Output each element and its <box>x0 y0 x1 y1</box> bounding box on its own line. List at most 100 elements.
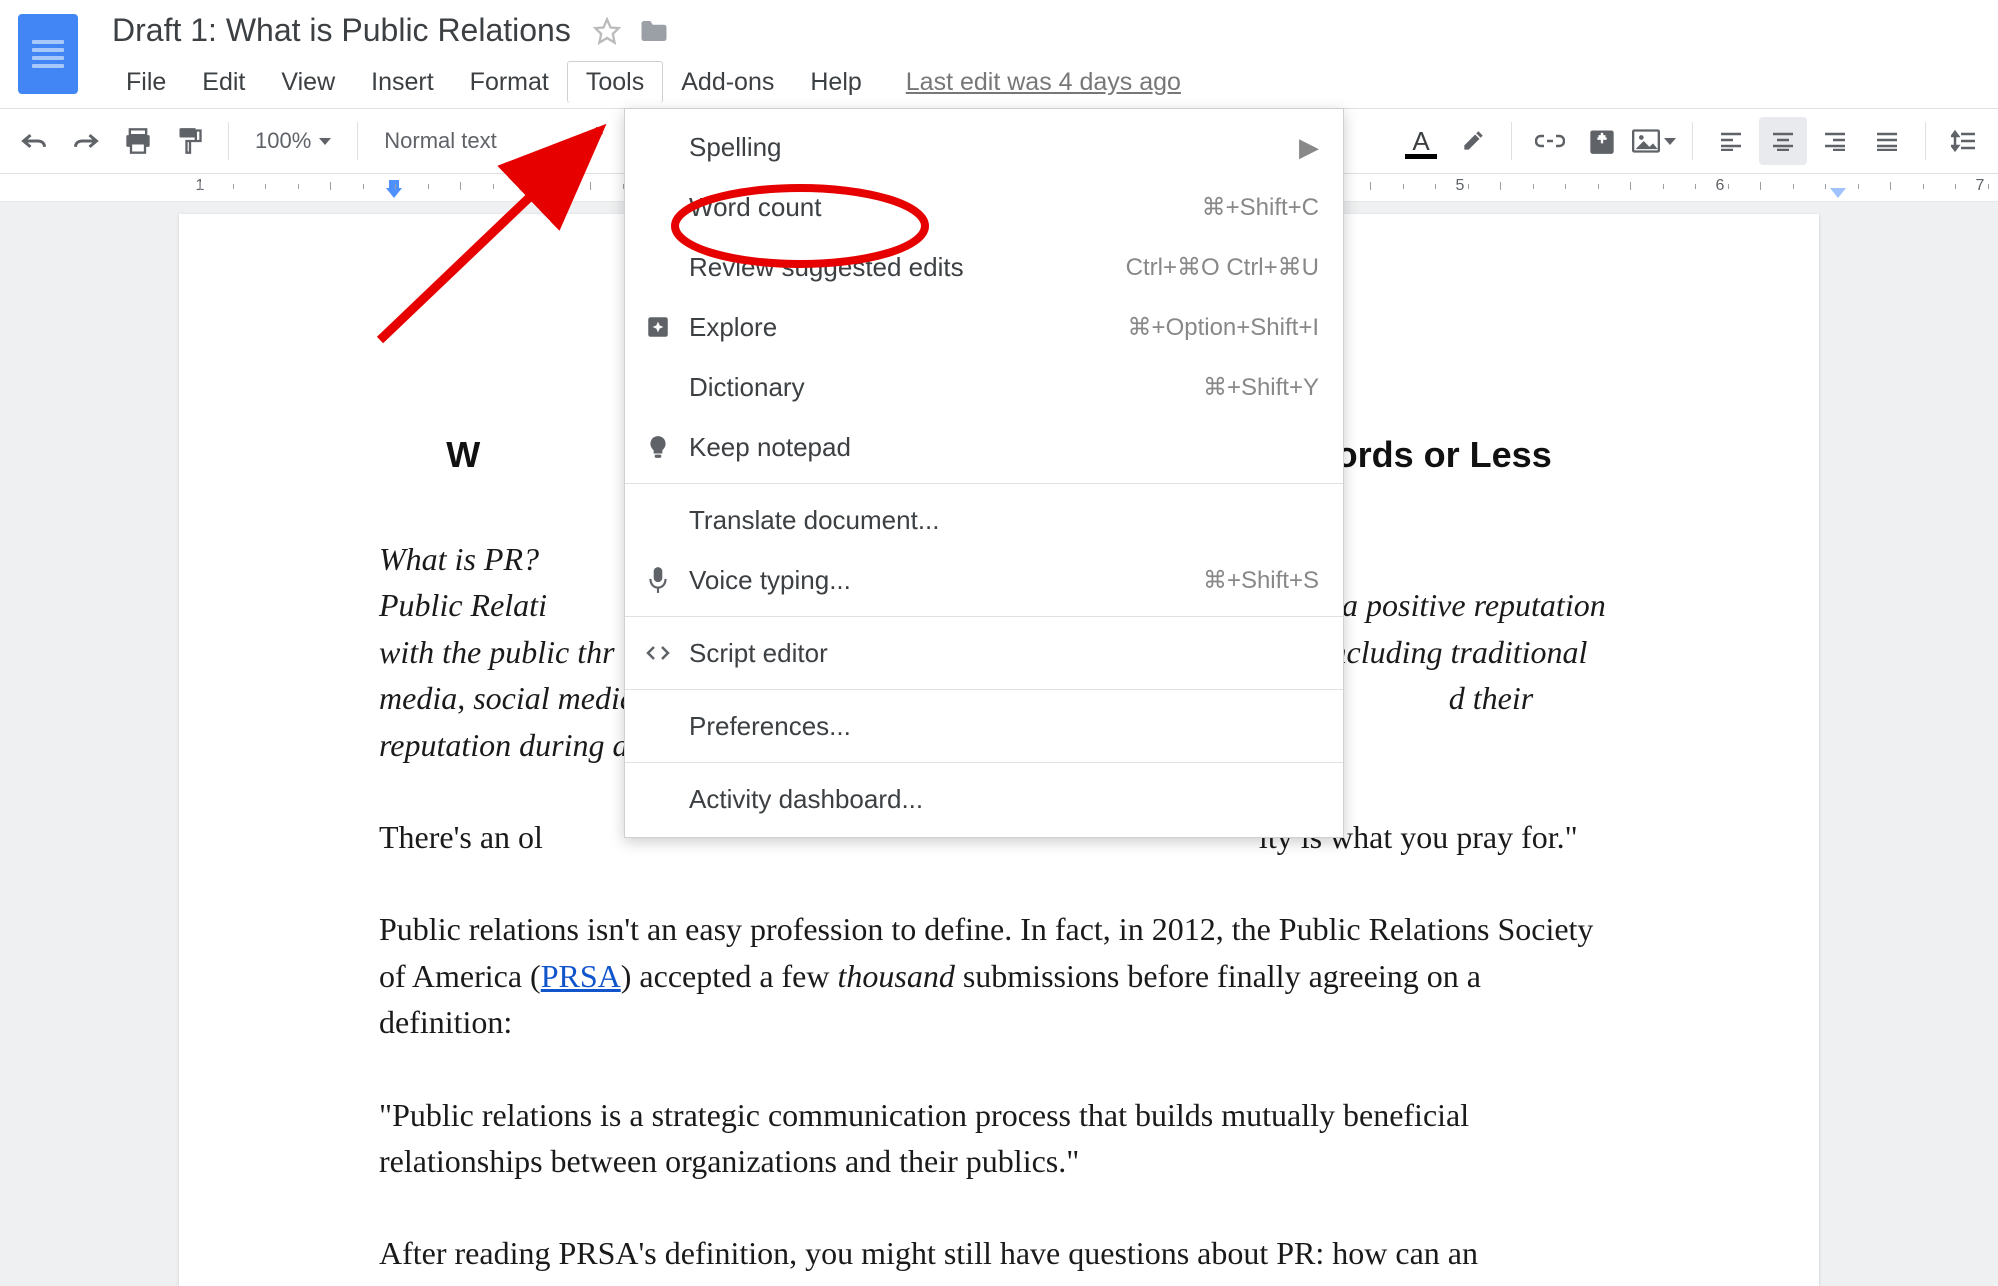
document-title[interactable]: Draft 1: What is Public Relations <box>108 10 575 51</box>
menu-file[interactable]: File <box>108 62 184 103</box>
folder-icon[interactable] <box>639 18 669 44</box>
text-color-letter: A <box>1412 126 1429 157</box>
menu-item-word-count[interactable]: Word count ⌘+Shift+C <box>625 177 1343 237</box>
para1-fragment: What is PR? <box>379 541 539 577</box>
menu-item-label: Word count <box>689 192 1202 223</box>
menu-item-shortcut: ⌘+Option+Shift+I <box>1128 313 1319 342</box>
submenu-arrow-icon: ▶ <box>1299 132 1319 163</box>
menu-separator <box>625 483 1343 484</box>
ruler-tick-label: 7 <box>1976 177 1985 195</box>
menu-item-label: Translate document... <box>689 505 1319 536</box>
ruler-tick <box>1598 184 1599 189</box>
ruler-tick <box>200 182 201 190</box>
toolbar-separator <box>1511 122 1512 160</box>
para5: After reading PRSA's definition, you mig… <box>379 1230 1619 1286</box>
ruler-tick <box>1500 182 1501 190</box>
menu-item-shortcut: ⌘+Shift+S <box>1203 566 1319 595</box>
menu-separator <box>625 689 1343 690</box>
docs-logo-icon[interactable] <box>18 14 78 94</box>
ruler-tick-label: 5 <box>1456 177 1465 195</box>
zoom-value: 100% <box>255 128 311 154</box>
redo-button[interactable] <box>62 117 110 165</box>
align-right-button[interactable] <box>1811 117 1859 165</box>
ruler-tick <box>460 182 461 190</box>
ruler-tick <box>1793 184 1794 189</box>
header: Draft 1: What is Public Relations File E… <box>0 0 1998 108</box>
ruler-tick <box>1728 184 1729 189</box>
title-area: Draft 1: What is Public Relations File E… <box>108 10 1998 103</box>
ruler-tick-label: 6 <box>1716 177 1725 195</box>
menu-addons[interactable]: Add-ons <box>663 62 792 103</box>
menu-item-explore[interactable]: Explore ⌘+Option+Shift+I <box>625 297 1343 357</box>
margin-marker[interactable] <box>1830 188 1846 198</box>
menu-item-spelling[interactable]: Spelling ▶ <box>625 117 1343 177</box>
ruler-tick <box>558 184 559 189</box>
ruler-tick <box>1370 182 1371 190</box>
explore-icon <box>643 312 673 342</box>
menu-item-dictionary[interactable]: Dictionary ⌘+Shift+Y <box>625 357 1343 417</box>
style-value: Normal text <box>384 128 496 154</box>
ruler-tick <box>1435 184 1436 189</box>
keep-icon <box>643 432 673 462</box>
ruler-tick <box>1565 184 1566 189</box>
menu-item-activity-dashboard[interactable]: Activity dashboard... <box>625 769 1343 829</box>
align-center-button[interactable] <box>1759 117 1807 165</box>
ruler-tick <box>1695 184 1696 189</box>
menu-item-label: Review suggested edits <box>689 252 1126 283</box>
menu-item-translate[interactable]: Translate document... <box>625 490 1343 550</box>
ruler-tick <box>395 184 396 189</box>
menu-tools[interactable]: Tools <box>567 61 663 103</box>
align-justify-button[interactable] <box>1863 117 1911 165</box>
paint-format-button[interactable] <box>166 117 214 165</box>
ruler-tick <box>1955 184 1956 189</box>
ruler-tick <box>363 184 364 189</box>
prsa-link[interactable]: PRSA <box>541 958 621 994</box>
menu-item-script-editor[interactable]: Script editor <box>625 623 1343 683</box>
undo-button[interactable] <box>10 117 58 165</box>
toolbar-separator <box>357 122 358 160</box>
menu-view[interactable]: View <box>263 62 353 103</box>
menu-item-voice-typing[interactable]: Voice typing... ⌘+Shift+S <box>625 550 1343 610</box>
last-edit-link[interactable]: Last edit was 4 days ago <box>906 68 1181 97</box>
text-color-button[interactable]: A <box>1397 117 1445 165</box>
ruler-tick <box>1825 184 1826 189</box>
highlight-button[interactable] <box>1449 117 1497 165</box>
ruler-tick <box>428 184 429 189</box>
ruler-tick <box>493 184 494 189</box>
menu-item-review-edits[interactable]: Review suggested edits Ctrl+⌘O Ctrl+⌘U <box>625 237 1343 297</box>
paragraph-style-select[interactable]: Normal text <box>372 117 552 165</box>
menu-item-shortcut: ⌘+Shift+Y <box>1203 373 1319 402</box>
menu-item-label: Spelling <box>689 132 1289 163</box>
indent-marker[interactable] <box>386 188 402 198</box>
menu-help[interactable]: Help <box>792 62 879 103</box>
menu-item-keep-notepad[interactable]: Keep notepad <box>625 417 1343 477</box>
star-icon[interactable] <box>593 17 621 45</box>
line-spacing-button[interactable] <box>1940 117 1988 165</box>
menu-item-label: Voice typing... <box>689 565 1203 596</box>
para3-italic: thousand <box>837 958 954 994</box>
ruler-tick <box>1630 182 1631 190</box>
insert-image-button[interactable] <box>1630 117 1678 165</box>
menu-item-label: Keep notepad <box>689 432 1319 463</box>
menu-format[interactable]: Format <box>452 62 567 103</box>
ruler-tick <box>1988 184 1989 189</box>
menu-item-label: Explore <box>689 312 1128 343</box>
ruler-tick <box>1890 182 1891 190</box>
ruler-tick <box>298 184 299 189</box>
menu-insert[interactable]: Insert <box>353 62 452 103</box>
align-left-button[interactable] <box>1707 117 1755 165</box>
ruler-tick <box>1403 184 1404 189</box>
zoom-select[interactable]: 100% <box>243 117 343 165</box>
insert-comment-button[interactable] <box>1578 117 1626 165</box>
ruler-tick <box>1663 184 1664 189</box>
menu-edit[interactable]: Edit <box>184 62 263 103</box>
ruler-tick <box>1923 184 1924 189</box>
ruler-tick <box>525 184 526 189</box>
print-button[interactable] <box>114 117 162 165</box>
toolbar-separator <box>1925 122 1926 160</box>
caret-down-icon <box>319 138 331 145</box>
toolbar-separator <box>228 122 229 160</box>
insert-link-button[interactable] <box>1526 117 1574 165</box>
menu-item-preferences[interactable]: Preferences... <box>625 696 1343 756</box>
ruler-tick <box>1468 184 1469 189</box>
